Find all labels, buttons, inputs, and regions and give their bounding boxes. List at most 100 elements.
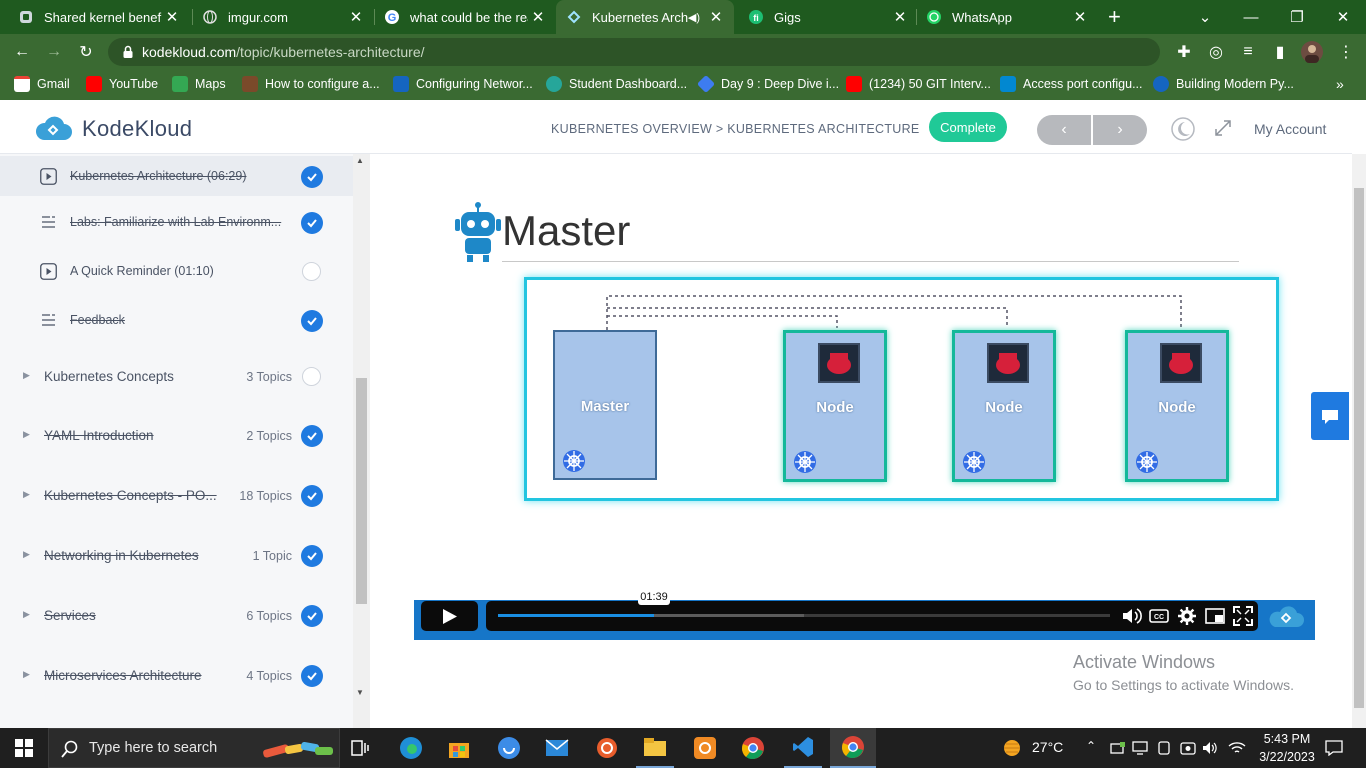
skype-icon[interactable] — [490, 728, 528, 768]
back-arrow-icon[interactable]: ← — [10, 40, 34, 64]
section-item[interactable]: ▶ Kubernetes Concepts 3 Topics — [0, 356, 353, 396]
captions-icon[interactable]: CC — [1148, 605, 1170, 627]
scrollbar-thumb[interactable] — [356, 378, 367, 604]
bookmark-label: Maps — [195, 77, 226, 91]
close-icon[interactable]: ✕ — [162, 8, 182, 26]
extension-icon[interactable]: ◎ — [1204, 40, 1228, 64]
clock-time[interactable]: 5:43 PM — [1262, 732, 1312, 746]
scrollbar-thumb[interactable] — [1354, 188, 1364, 708]
device-icon[interactable] — [1154, 728, 1174, 768]
avatar[interactable] — [1300, 40, 1324, 64]
edge-icon[interactable] — [392, 728, 430, 768]
browser-tab[interactable]: WhatsApp ✕ — [908, 0, 1098, 34]
close-icon[interactable]: ✕ — [706, 8, 726, 26]
bookmark-label: Day 9 : Deep Dive i... — [721, 77, 840, 91]
bookmark-item[interactable]: Configuring Networ... — [393, 70, 533, 98]
fullscreen-icon[interactable] — [1213, 118, 1233, 138]
settings-gear-icon[interactable] — [1176, 605, 1198, 627]
close-icon[interactable]: ✕ — [890, 8, 910, 26]
side-panel-icon[interactable]: ▮ — [1268, 40, 1292, 64]
speaker-icon[interactable]: ◀) — [688, 11, 700, 24]
complete-button[interactable]: Complete — [929, 112, 1007, 142]
fullscreen-icon[interactable] — [1232, 605, 1254, 627]
chrome-icon[interactable] — [734, 728, 772, 768]
browser-tab[interactable]: Shared kernel benefits ✕ — [0, 0, 190, 34]
browser-tab[interactable]: G what could be the rea ✕ — [366, 0, 556, 34]
close-window-button[interactable]: ✕ — [1320, 0, 1366, 34]
show-hidden-icons-icon[interactable]: ⌃ — [1086, 739, 1096, 753]
browser-tab[interactable]: imgur.com ✕ — [184, 0, 374, 34]
browser-tab[interactable]: fi Gigs ✕ — [730, 0, 918, 34]
bookmark-item[interactable]: Day 9 : Deep Dive i... — [696, 70, 840, 98]
file-explorer-icon[interactable] — [636, 728, 674, 768]
bookmark-item[interactable]: Student Dashboard... — [546, 70, 687, 98]
section-item[interactable]: ▶ Networking in Kubernetes 1 Topic — [0, 535, 353, 575]
section-item[interactable]: ▶ Services 6 Topics — [0, 595, 353, 635]
close-icon[interactable]: ✕ — [1070, 8, 1090, 26]
restore-button[interactable]: ❐ — [1274, 0, 1320, 34]
browser-tab-active[interactable]: Kubernetes Archit ◀) ✕ — [556, 0, 734, 34]
address-bar[interactable]: kodekloud.com/topic/kubernetes-architect… — [108, 38, 1160, 66]
menu-icon[interactable]: ⋮ — [1334, 40, 1358, 64]
section-item[interactable]: ▶ Microservices Architecture 4 Topics — [0, 655, 353, 695]
my-account-link[interactable]: My Account — [1254, 121, 1326, 137]
more-bookmarks-icon[interactable]: » — [1336, 70, 1344, 98]
page-scrollbar[interactable] — [1352, 154, 1366, 728]
tab-search-icon[interactable]: ⌄ — [1182, 0, 1228, 34]
svg-text:CC: CC — [1154, 614, 1164, 621]
new-tab-button[interactable]: + — [1108, 4, 1121, 30]
chrome-active-icon[interactable] — [830, 728, 876, 768]
bookmark-item[interactable]: Access port configu... — [1000, 70, 1143, 98]
bookmark-maps[interactable]: Maps — [172, 70, 226, 98]
weather-temperature[interactable]: 27°C — [1032, 739, 1063, 755]
extensions-icon[interactable]: ✚ — [1172, 40, 1196, 64]
chat-widget-button[interactable] — [1311, 392, 1349, 440]
clock-date[interactable]: 3/22/2023 — [1258, 750, 1316, 764]
bookmark-item[interactable]: (1234) 50 GIT Interv... — [846, 70, 991, 98]
section-item[interactable]: ▶ YAML Introduction 2 Topics — [0, 415, 353, 455]
close-icon[interactable]: ✕ — [528, 8, 548, 26]
minimize-button[interactable]: — — [1228, 0, 1274, 34]
wifi-icon[interactable] — [1226, 728, 1248, 768]
next-lesson-button[interactable]: › — [1093, 115, 1147, 145]
notifications-icon[interactable] — [1322, 728, 1346, 768]
play-button[interactable] — [421, 601, 478, 631]
dark-mode-icon[interactable] — [1171, 117, 1195, 141]
lesson-item[interactable]: A Quick Reminder (01:10) — [0, 251, 353, 291]
speaker-icon[interactable] — [1200, 728, 1220, 768]
lesson-item[interactable]: Feedback — [0, 300, 353, 340]
mail-icon[interactable] — [538, 728, 576, 768]
network-icon[interactable] — [1108, 728, 1128, 768]
video-progress-track[interactable] — [498, 614, 1110, 617]
weather-icon[interactable] — [998, 728, 1026, 768]
forward-arrow-icon[interactable]: → — [42, 40, 66, 64]
start-button[interactable] — [0, 728, 48, 768]
close-icon[interactable]: ✕ — [346, 8, 366, 26]
bookmark-gmail[interactable]: Gmail — [14, 70, 70, 98]
store-icon[interactable] — [440, 728, 478, 768]
volume-icon[interactable] — [1120, 605, 1142, 627]
bookmark-item[interactable]: Building Modern Py... — [1153, 70, 1294, 98]
section-item[interactable]: ▶ Kubernetes Concepts - PO... 18 Topics — [0, 475, 353, 515]
app-icon[interactable] — [686, 728, 724, 768]
camera-icon[interactable] — [1178, 728, 1198, 768]
vscode-icon[interactable] — [784, 728, 822, 768]
incomplete-circle-icon — [302, 367, 321, 386]
bookmark-youtube[interactable]: YouTube — [86, 70, 158, 98]
media-icon[interactable]: ≡ — [1236, 40, 1260, 64]
bookmark-item[interactable]: How to configure a... — [242, 70, 380, 98]
kodekloud-logo[interactable]: KodeKloud — [34, 116, 192, 142]
lesson-item[interactable]: Kubernetes Architecture (06:29) — [0, 156, 353, 196]
snail-app-icon[interactable] — [588, 728, 626, 768]
reload-icon[interactable]: ↻ — [74, 40, 98, 64]
kodekloud-logo-icon[interactable] — [1266, 605, 1306, 629]
monitor-icon[interactable] — [1130, 728, 1150, 768]
scroll-up-arrow-icon[interactable]: ▲ — [356, 156, 364, 165]
lesson-item[interactable]: Labs: Familiarize with Lab Environm... — [0, 202, 353, 242]
picture-in-picture-icon[interactable] — [1204, 605, 1226, 627]
task-view-icon[interactable] — [342, 728, 378, 768]
sidebar-scrollbar[interactable]: ▲ ▼ — [353, 154, 370, 728]
scroll-down-arrow-icon[interactable]: ▼ — [356, 688, 364, 697]
taskbar-search[interactable]: Type here to search — [48, 728, 340, 768]
previous-lesson-button[interactable]: ‹ — [1037, 115, 1091, 145]
